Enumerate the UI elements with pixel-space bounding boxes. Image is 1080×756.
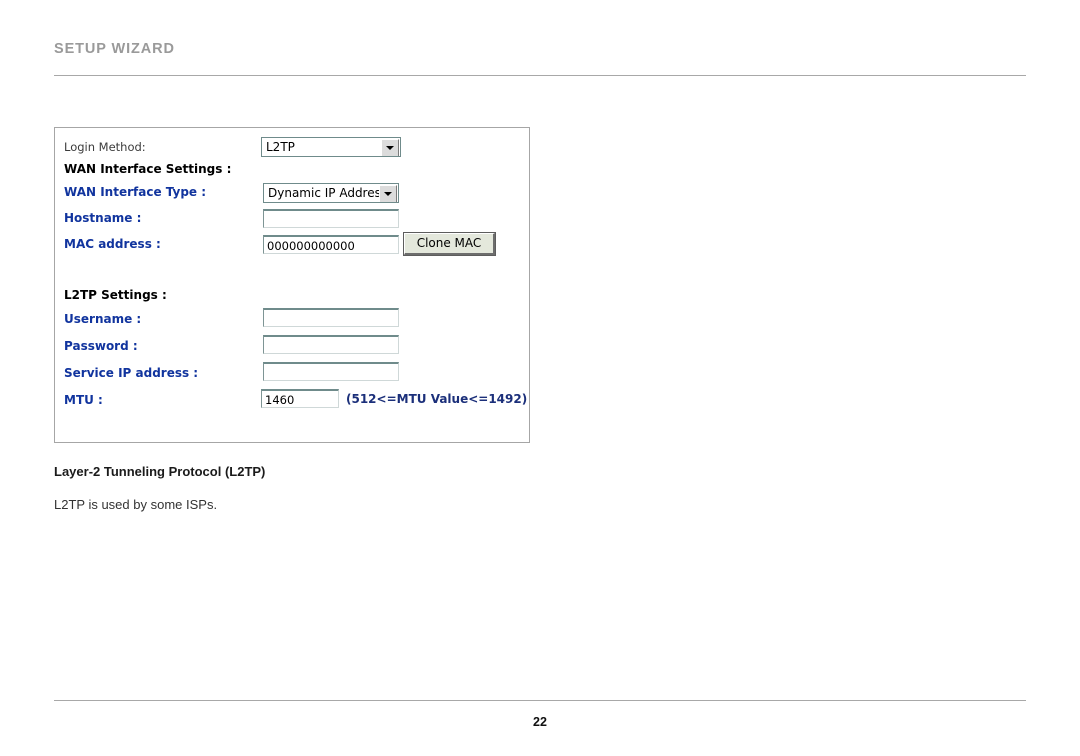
- footer-divider: [54, 700, 1026, 701]
- password-label: Password :: [64, 339, 138, 353]
- row-password: Password :: [55, 335, 529, 364]
- login-method-value: L2TP: [266, 140, 295, 154]
- l2tp-settings-heading: L2TP Settings :: [64, 288, 167, 302]
- wan-interface-type-label: WAN Interface Type :: [64, 185, 207, 199]
- service-ip-address-input[interactable]: [263, 362, 399, 381]
- password-input[interactable]: [263, 335, 399, 354]
- page-number: 22: [533, 715, 547, 729]
- wan-interface-type-select[interactable]: Dynamic IP Address: [263, 183, 399, 203]
- router-config-panel: Login Method: L2TP WAN Interface Setting…: [54, 127, 530, 443]
- chevron-down-icon[interactable]: [381, 139, 399, 156]
- login-method-select[interactable]: L2TP: [261, 137, 401, 157]
- row-mac-address: MAC address : 000000000000 Clone MAC: [55, 232, 529, 262]
- hostname-input[interactable]: [263, 209, 399, 228]
- login-method-label: Login Method:: [64, 140, 146, 154]
- mtu-label: MTU :: [64, 393, 103, 407]
- service-ip-address-label: Service IP address :: [64, 366, 199, 380]
- mac-address-input[interactable]: 000000000000: [263, 235, 399, 254]
- username-label: Username :: [64, 312, 142, 326]
- row-service-ip-address: Service IP address :: [55, 362, 529, 391]
- clone-mac-button[interactable]: Clone MAC: [403, 232, 496, 256]
- row-mtu: MTU : 1460 (512<=MTU Value<=1492): [55, 389, 529, 418]
- figure-caption-title: Layer-2 Tunneling Protocol (L2TP): [54, 464, 266, 479]
- document-header: SETUP WIZARD: [54, 40, 1026, 76]
- wan-settings-heading: WAN Interface Settings :: [64, 162, 232, 176]
- mtu-range-hint: (512<=MTU Value<=1492): [346, 392, 528, 406]
- wan-interface-type-value: Dynamic IP Address: [268, 186, 388, 200]
- figure-caption-body: L2TP is used by some ISPs.: [54, 497, 218, 512]
- mac-address-label: MAC address :: [64, 237, 161, 251]
- mtu-input[interactable]: 1460: [261, 389, 339, 408]
- username-input[interactable]: [263, 308, 399, 327]
- hostname-label: Hostname :: [64, 211, 142, 225]
- chevron-down-icon[interactable]: [379, 185, 397, 202]
- page-title: SETUP WIZARD: [54, 41, 175, 57]
- row-wan-interface-type: WAN Interface Type : Dynamic IP Address: [55, 183, 529, 210]
- header-divider: [54, 75, 1026, 76]
- document-footer: 22: [54, 700, 1026, 729]
- row-username: Username :: [55, 308, 529, 337]
